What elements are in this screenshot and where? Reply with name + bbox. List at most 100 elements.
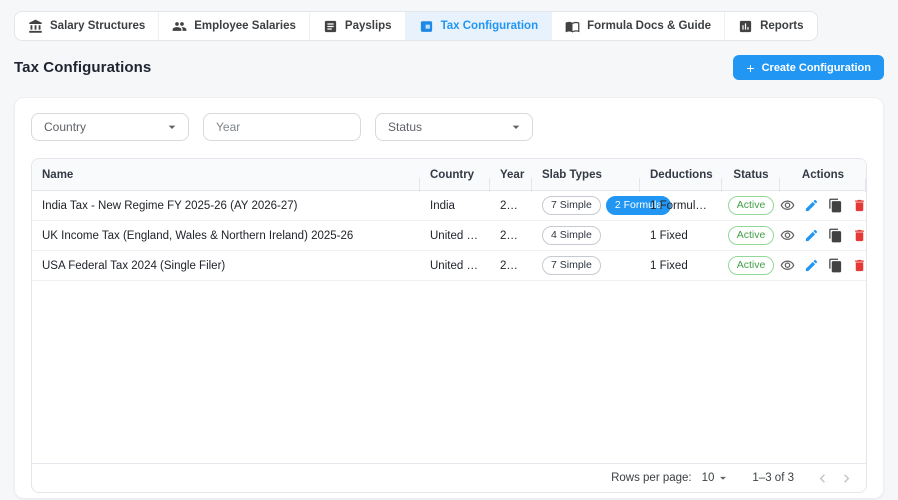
tab-employee-salaries[interactable]: Employee Salaries (159, 12, 310, 40)
table-body: India Tax - New Regime FY 2025-26 (AY 20… (32, 191, 866, 463)
status-badge: Active (728, 256, 775, 275)
row-actions (780, 228, 866, 243)
tab-label: Reports (760, 20, 803, 32)
tab-label: Tax Configuration (441, 20, 539, 32)
table-row: India Tax - New Regime FY 2025-26 (AY 20… (32, 191, 866, 221)
config-country: India (420, 200, 490, 212)
slab-type-chip: 7 Simple (542, 256, 601, 275)
duplicate-button[interactable] (828, 258, 843, 273)
people-icon (172, 19, 187, 34)
tax-config-icon (419, 19, 434, 34)
page: Salary Structures Employee Salaries Paysli… (0, 0, 898, 499)
status-badge: Active (728, 226, 775, 245)
create-configuration-button[interactable]: + Create Configuration (733, 55, 884, 80)
column-header-deductions[interactable]: Deductions (640, 169, 722, 181)
content-card: Country Status NameCountryYearSlab Types… (14, 97, 884, 499)
bank-icon (28, 19, 43, 34)
column-header-name[interactable]: Name (32, 169, 420, 181)
reports-icon (738, 19, 753, 34)
tab-formula-docs-and-guide[interactable]: Formula Docs & Guide (552, 12, 725, 40)
copy-icon (828, 228, 843, 243)
eye-icon (780, 258, 795, 273)
pencil-icon (804, 198, 819, 213)
view-button[interactable] (780, 228, 795, 243)
table-row: USA Federal Tax 2024 (Single Filer)Unite… (32, 251, 866, 281)
config-slab-types: 4 Simple (532, 226, 640, 245)
year-filter-input[interactable] (203, 113, 361, 141)
filter-bar: Country Status (31, 113, 867, 141)
config-slab-types: 7 Simple (532, 256, 640, 275)
previous-page-button[interactable] (810, 466, 834, 490)
tab-label: Formula Docs & Guide (587, 20, 711, 32)
trash-icon (852, 228, 867, 243)
config-name: UK Income Tax (England, Wales & Northern… (32, 230, 420, 242)
delete-button[interactable] (852, 228, 867, 243)
caret-down-icon (716, 471, 730, 485)
config-deductions: 1 Fixed (640, 230, 722, 242)
status-filter-select[interactable]: Status (375, 113, 533, 141)
country-filter-select[interactable]: Country (31, 113, 189, 141)
tab-label: Payslips (345, 20, 392, 32)
config-status: Active (722, 196, 780, 215)
tax-configurations-table: NameCountryYearSlab TypesDeductionsStatu… (31, 158, 867, 493)
edit-button[interactable] (804, 228, 819, 243)
column-header-status[interactable]: Status (722, 169, 780, 181)
chevron-left-icon (814, 470, 831, 487)
rows-per-page-label: Rows per page: (611, 472, 692, 484)
view-button[interactable] (780, 258, 795, 273)
tab-label: Employee Salaries (194, 20, 296, 32)
config-name: USA Federal Tax 2024 (Single Filer) (32, 260, 420, 272)
pencil-icon (804, 228, 819, 243)
trash-icon (852, 258, 867, 273)
config-year: 2025 (490, 200, 532, 212)
receipt-icon (323, 19, 338, 34)
tab-bar: Salary Structures Employee Salaries Paysli… (14, 11, 818, 41)
config-status: Active (722, 226, 780, 245)
config-name: India Tax - New Regime FY 2025-26 (AY 20… (32, 200, 420, 212)
eye-icon (780, 198, 795, 213)
table-row: UK Income Tax (England, Wales & Northern… (32, 221, 866, 251)
slab-type-chip: 7 Simple (542, 196, 601, 215)
rows-per-page-value: 10 (702, 472, 715, 484)
column-header-country[interactable]: Country (420, 169, 490, 181)
plus-icon: + (746, 61, 754, 75)
config-country: United States (420, 260, 490, 272)
table-pagination: Rows per page: 10 1–3 of 3 (32, 463, 866, 492)
delete-button[interactable] (852, 198, 867, 213)
tab-salary-structures[interactable]: Salary Structures (15, 12, 159, 40)
column-header-year[interactable]: Year (490, 169, 532, 181)
config-slab-types: 7 Simple2 Formula (532, 196, 640, 215)
rows-per-page-select[interactable]: 10 (702, 471, 731, 485)
create-button-label: Create Configuration (762, 62, 871, 74)
config-year: 2025 (490, 230, 532, 242)
tab-label: Salary Structures (50, 20, 145, 32)
page-header: Tax Configurations + Create Configuratio… (14, 55, 884, 80)
view-button[interactable] (780, 198, 795, 213)
duplicate-button[interactable] (828, 198, 843, 213)
status-filter-label: Status (388, 120, 422, 134)
duplicate-button[interactable] (828, 228, 843, 243)
config-status: Active (722, 256, 780, 275)
tab-tax-configuration[interactable]: Tax Configuration (406, 12, 553, 40)
column-header-slab-types[interactable]: Slab Types (532, 169, 640, 181)
dropdown-arrow-icon (164, 119, 180, 135)
slab-type-chip: 4 Simple (542, 226, 601, 245)
config-deductions: 1 Formula, 1 Fixed (640, 200, 722, 212)
edit-button[interactable] (804, 258, 819, 273)
trash-icon (852, 198, 867, 213)
next-page-button[interactable] (834, 466, 858, 490)
edit-button[interactable] (804, 198, 819, 213)
column-header-actions[interactable]: Actions (780, 169, 866, 181)
country-filter-label: Country (44, 120, 86, 134)
pagination-range: 1–3 of 3 (752, 472, 794, 484)
copy-icon (828, 198, 843, 213)
dropdown-arrow-icon (508, 119, 524, 135)
table-header-row: NameCountryYearSlab TypesDeductionsStatu… (32, 159, 866, 191)
delete-button[interactable] (852, 258, 867, 273)
tab-payslips[interactable]: Payslips (310, 12, 406, 40)
page-title: Tax Configurations (14, 59, 151, 76)
row-actions (780, 258, 866, 273)
row-actions (780, 198, 866, 213)
tab-reports[interactable]: Reports (725, 12, 816, 40)
status-badge: Active (728, 196, 775, 215)
